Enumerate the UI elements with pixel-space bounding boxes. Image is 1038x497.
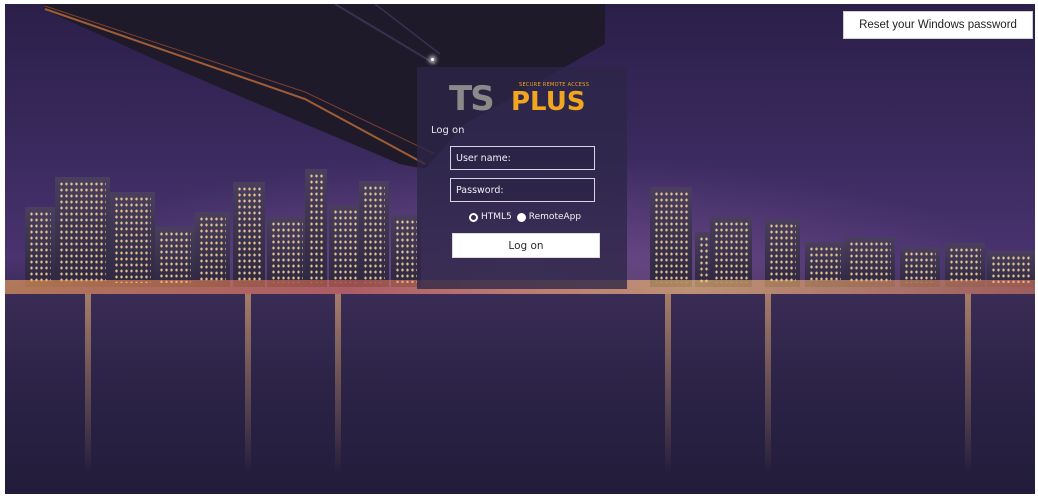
building	[359, 181, 389, 287]
building	[765, 219, 800, 287]
building	[55, 177, 110, 287]
password-input[interactable]	[450, 178, 595, 202]
remoteapp-label: RemoteApp	[528, 212, 582, 222]
building	[710, 217, 752, 287]
building	[25, 207, 55, 287]
building	[195, 212, 230, 287]
building	[233, 182, 265, 287]
building	[110, 192, 155, 287]
reset-windows-password-button[interactable]: Reset your Windows password	[843, 11, 1033, 39]
username-input[interactable]	[450, 146, 595, 170]
river-water	[5, 294, 1035, 494]
remoteapp-radio-icon[interactable]	[516, 212, 526, 222]
light-reflection	[85, 294, 91, 474]
login-panel: TS SECURE REMOTE ACCESS PLUS Log on HTML…	[417, 67, 627, 289]
light-reflection	[335, 294, 341, 474]
tsplus-logo: TS SECURE REMOTE ACCESS PLUS	[449, 81, 607, 117]
building	[155, 227, 195, 287]
light-reflection	[965, 294, 971, 474]
light-reflection	[765, 294, 771, 474]
building	[267, 217, 307, 287]
logo-ts-text: TS	[449, 79, 495, 119]
light-reflection	[665, 294, 671, 474]
login-title: Log on	[431, 125, 465, 136]
logo-plus-text: PLUS	[511, 87, 586, 117]
html5-radio-icon[interactable]	[469, 212, 478, 222]
client-type-options: HTML5 RemoteApp	[469, 210, 581, 224]
option-remoteapp[interactable]: RemoteApp	[516, 212, 582, 222]
building	[305, 169, 327, 287]
building	[650, 187, 692, 287]
light-reflection	[245, 294, 251, 474]
html5-label: HTML5	[481, 212, 512, 222]
bridge-lamp	[431, 58, 434, 61]
option-html5[interactable]: HTML5	[469, 212, 512, 222]
logon-button[interactable]: Log on	[452, 233, 600, 258]
